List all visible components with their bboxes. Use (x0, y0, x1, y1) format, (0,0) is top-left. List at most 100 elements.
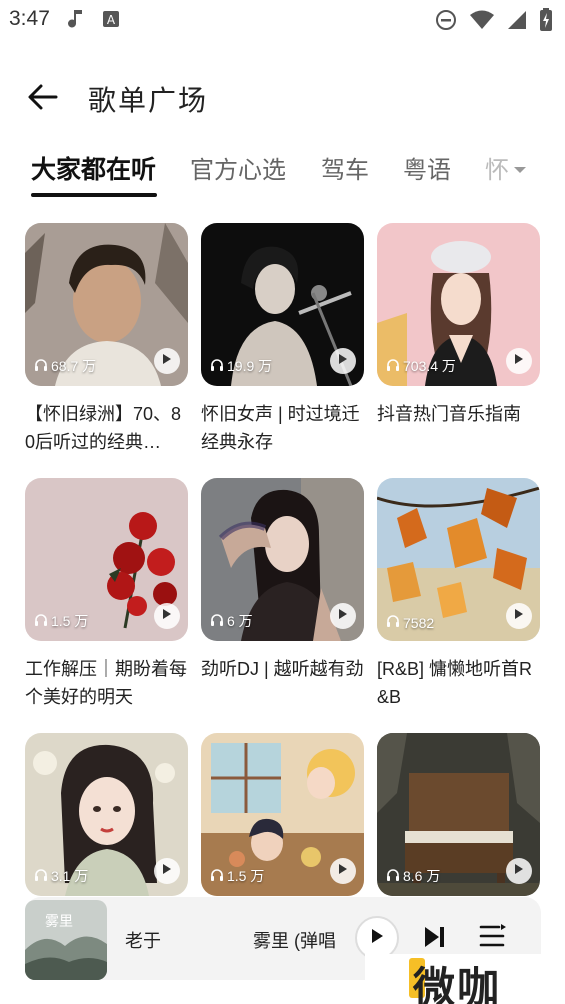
play-button[interactable] (330, 858, 356, 884)
svg-text:A: A (107, 13, 116, 27)
playlist-card[interactable]: 68.7 万 【怀旧绿洲】70、80后听过的经典… (25, 223, 188, 456)
playlist-card[interactable]: 19.9 万 怀旧女声 | 时过境迁 经典永存 (201, 223, 364, 456)
next-track-button[interactable] (423, 924, 447, 955)
play-icon (370, 928, 384, 949)
play-button[interactable] (330, 348, 356, 374)
play-count: 68.7 万 (34, 356, 96, 376)
play-count-value: 68.7 万 (51, 358, 97, 374)
watermark-text: 微咖 (413, 964, 502, 1004)
playlist-cover[interactable]: 19.9 万 (201, 223, 364, 386)
signal-icon (507, 9, 527, 36)
playlist-title[interactable]: 抖音热门音乐指南 (377, 400, 540, 456)
play-button[interactable] (506, 858, 532, 884)
playlist-queue-button[interactable] (477, 921, 507, 956)
watermark: 微咖 (365, 954, 565, 1004)
play-button[interactable] (154, 858, 180, 884)
header: 歌单广场 (0, 70, 565, 122)
play-count-value: 6 万 (227, 613, 253, 629)
playlist-card[interactable]: 7582 [R&B] 慵懒地听首R&B (377, 478, 540, 711)
playlist-cover[interactable]: 1.5 万 (25, 478, 188, 641)
page-title: 歌单广场 (88, 85, 209, 116)
status-time: 3:47 (9, 7, 50, 30)
headphones-icon (210, 868, 224, 885)
play-count-value: 1.5 万 (51, 613, 89, 629)
play-count: 1.5 万 (34, 611, 88, 631)
cover-image-misty-mountains: 雾里 (25, 900, 107, 980)
play-button[interactable] (154, 603, 180, 629)
playlist-card[interactable]: 1.5 万 工作解压｜期盼着每个美好的明天 (25, 478, 188, 711)
tabs-dropdown-button[interactable] (512, 162, 528, 180)
play-count-value: 703.4 万 (403, 358, 456, 374)
headphones-icon (210, 613, 224, 630)
tab-driving[interactable]: 驾车 (321, 150, 369, 185)
tab-nostalgia[interactable]: 怀 (485, 150, 509, 185)
play-icon (338, 607, 348, 625)
category-tabs: 大家都在听 官方心选 驾车 粤语 怀 (0, 146, 565, 202)
battery-charging-icon (539, 8, 553, 37)
playlist-title[interactable]: 劲听DJ | 越听越有劲 (201, 655, 364, 711)
play-icon (514, 862, 524, 880)
headphones-icon (386, 868, 400, 885)
tab-cantonese[interactable]: 粤语 (403, 150, 451, 185)
playlist-cover[interactable]: 3.1 万 (25, 733, 188, 896)
playlist-card[interactable]: 703.4 万 抖音热门音乐指南 (377, 223, 540, 456)
headphones-icon (386, 614, 400, 631)
play-count-value: 1.5 万 (227, 868, 265, 884)
headphones-icon (34, 868, 48, 885)
headphones-icon (386, 358, 400, 375)
playlist-cover[interactable]: 68.7 万 (25, 223, 188, 386)
tab-official-picks[interactable]: 官方心选 (190, 150, 286, 185)
playlist-title[interactable]: 工作解压｜期盼着每个美好的明天 (25, 655, 188, 711)
play-count: 1.5 万 (210, 866, 264, 886)
play-button[interactable] (330, 603, 356, 629)
playlist-cover[interactable]: 703.4 万 (377, 223, 540, 386)
playlist-title[interactable]: 【怀旧绿洲】70、80后听过的经典… (25, 400, 188, 456)
play-button[interactable] (154, 348, 180, 374)
music-note-icon (68, 8, 86, 35)
mini-cover-text: 雾里 (45, 914, 73, 930)
play-icon (162, 352, 172, 370)
play-icon (162, 862, 172, 880)
play-icon (162, 607, 172, 625)
active-tab-indicator (31, 193, 157, 197)
do-not-disturb-icon (435, 9, 457, 36)
headphones-icon (210, 358, 224, 375)
playlist-cover[interactable]: 1.5 万 (201, 733, 364, 896)
playlist-cover[interactable]: 7582 (377, 478, 540, 641)
headphones-icon (34, 358, 48, 375)
play-icon (338, 352, 348, 370)
playlist-title[interactable]: [R&B] 慵懒地听首R&B (377, 655, 540, 711)
play-count-value: 3.1 万 (51, 868, 89, 884)
play-icon (338, 862, 348, 880)
wifi-icon (469, 9, 495, 36)
play-count: 6 万 (210, 611, 253, 631)
playlist-cover[interactable]: 8.6 万 (377, 733, 540, 896)
mini-player-song: 雾里 (弹唱 (253, 931, 336, 951)
headphones-icon (34, 613, 48, 630)
skip-next-icon (423, 927, 447, 954)
mini-player-cover[interactable]: 雾里 (25, 900, 107, 980)
play-button[interactable] (506, 348, 532, 374)
playlist-title[interactable]: 怀旧女声 | 时过境迁 经典永存 (201, 400, 364, 456)
play-icon (514, 352, 524, 370)
playlist-card[interactable]: 1.5 万 (201, 733, 364, 896)
caret-down-icon (512, 162, 528, 179)
keyboard-a-icon: A (102, 10, 120, 33)
tab-everyone-listening[interactable]: 大家都在听 (31, 150, 156, 186)
arrow-left-icon (26, 84, 60, 118)
play-button[interactable] (506, 603, 532, 629)
queue-list-icon (477, 924, 507, 955)
play-count: 703.4 万 (386, 356, 456, 376)
play-count: 7582 (386, 614, 434, 631)
playlist-card[interactable]: 8.6 万 (377, 733, 540, 896)
play-count-value: 7582 (403, 614, 435, 631)
playlist-cover[interactable]: 6 万 (201, 478, 364, 641)
play-count: 19.9 万 (210, 356, 272, 376)
playlist-card[interactable]: 6 万 劲听DJ | 越听越有劲 (201, 478, 364, 711)
play-icon (514, 607, 524, 625)
play-count: 3.1 万 (34, 866, 88, 886)
playlist-card[interactable]: 3.1 万 (25, 733, 188, 896)
back-button[interactable] (26, 80, 60, 114)
play-count-value: 8.6 万 (403, 868, 441, 884)
status-bar: 3:47 A (0, 0, 565, 38)
